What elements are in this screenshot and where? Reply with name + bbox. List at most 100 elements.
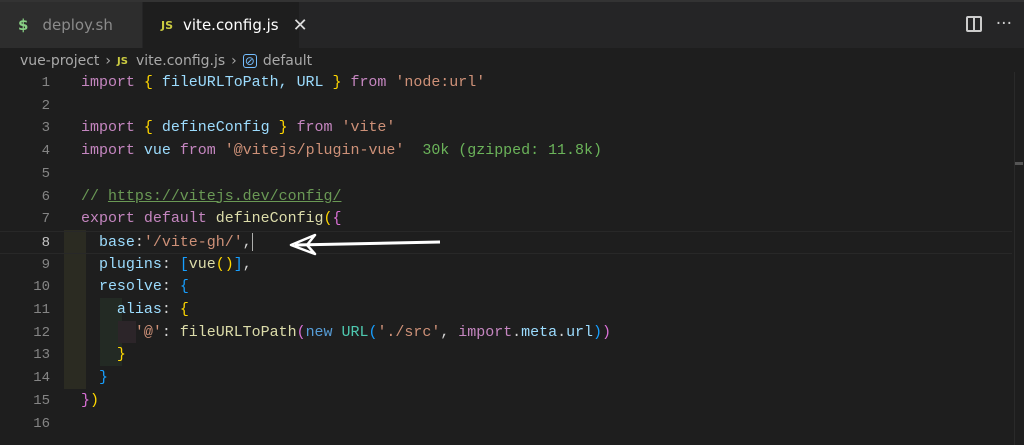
vertical-scrollbar[interactable] — [1014, 72, 1024, 445]
code-token: import — [81, 74, 144, 91]
text-cursor — [251, 232, 253, 251]
code-line[interactable]: 15}) — [0, 390, 1012, 413]
close-icon[interactable]: ✕ — [293, 15, 308, 36]
code-line[interactable]: 7 export default defineConfig({ — [0, 208, 1012, 231]
code-token: { — [143, 74, 162, 91]
code-token: : — [161, 255, 180, 273]
code-line[interactable]: 9 plugins: [vue()], — [0, 254, 1012, 277]
code-token: base — [81, 233, 135, 251]
code-line[interactable]: 1 import { fileURLToPath, URL } from 'nod… — [0, 72, 1012, 95]
code-token: vue — [143, 142, 180, 160]
import-cost-hint: 30k (gzipped: 11.8k) — [404, 142, 602, 160]
code-token: plugins — [81, 255, 162, 273]
code-token: import — [81, 142, 144, 160]
line-number: 12 — [33, 324, 50, 341]
code-line[interactable]: 8 base:'/vite-gh/', — [0, 230, 1012, 255]
code-token: from — [179, 142, 225, 160]
line-number: 9 — [41, 256, 50, 273]
code-token: , — [242, 255, 252, 273]
code-line[interactable]: 12 '@': fileURLToPath(new URL('./src', i… — [0, 322, 1012, 345]
code-token: new — [305, 323, 342, 341]
code-token: ) — [602, 323, 611, 341]
line-number: 3 — [41, 120, 50, 137]
line-number: 6 — [41, 188, 50, 205]
line-number: 7 — [41, 211, 50, 228]
code-text: import { defineConfig } from 'vite' — [81, 117, 395, 140]
code-text: resolve: { — [81, 276, 189, 299]
code-text: base:'/vite-gh/', — [81, 232, 253, 255]
code-token: } — [81, 346, 126, 364]
code-token: '@vitejs/plugin-vue' — [224, 142, 405, 160]
code-line[interactable]: 5 — [0, 163, 1012, 186]
code-token[interactable]: https://vitejs.dev/config/ — [108, 188, 342, 205]
code-token: ( — [296, 323, 306, 341]
code-text: export default defineConfig({ — [81, 208, 342, 231]
code-token: '@' — [81, 323, 162, 341]
code-token: } — [332, 74, 351, 91]
code-token: [ — [179, 255, 189, 273]
code-text: '@': fileURLToPath(new URL('./src', impo… — [81, 322, 611, 345]
line-number: 11 — [33, 302, 50, 318]
code-token: { — [179, 301, 189, 318]
tab-label: deploy.sh — [42, 16, 113, 34]
code-token: . — [512, 323, 522, 341]
code-text: import vue from '@vitejs/plugin-vue' 30k… — [81, 140, 602, 163]
code-line[interactable]: 3 import { defineConfig } from 'vite' — [0, 117, 1012, 140]
code-token: : — [161, 278, 180, 296]
chevron-right-icon: › — [231, 53, 237, 69]
symbol-variable-icon: ⊘ — [242, 54, 257, 68]
line-number: 10 — [33, 279, 50, 296]
line-number: 13 — [33, 347, 50, 364]
line-number: 8 — [41, 234, 50, 251]
code-token: } — [81, 369, 108, 387]
code-line[interactable]: 10 resolve: { — [0, 276, 1012, 299]
code-token: from — [296, 119, 342, 137]
code-token: () — [215, 255, 234, 273]
code-text: } — [81, 367, 108, 390]
code-token: ( — [323, 210, 333, 228]
code-token: 'node:url' — [395, 74, 486, 91]
code-line[interactable]: 13 } — [0, 344, 1012, 367]
code-line[interactable]: 4 import vue from '@vitejs/plugin-vue' 30… — [0, 140, 1012, 163]
code-token: fileURLToPath, URL — [161, 74, 333, 91]
code-line[interactable]: 6 // https://vitejs.dev/config/ — [0, 186, 1012, 209]
code-line[interactable]: 16 — [0, 413, 1012, 436]
code-editor[interactable]: 1 import { fileURLToPath, URL } from 'nod… — [0, 72, 1024, 445]
tab-label: vite.config.js — [183, 16, 279, 34]
js-file-icon: JS — [161, 18, 174, 32]
line-number: 5 — [41, 165, 50, 182]
split-editor-icon[interactable] — [965, 16, 982, 32]
breadcrumb-file[interactable]: vite.config.js — [136, 53, 225, 69]
code-token: './src' — [377, 323, 441, 341]
tab-deploy-sh[interactable]: $ deploy.sh — [0, 2, 142, 48]
code-token: defineConfig — [161, 119, 279, 137]
code-token: meta — [521, 323, 558, 341]
code-line[interactable]: 11 alias: { — [0, 299, 1012, 322]
code-token: ) — [593, 323, 603, 341]
code-line[interactable]: 2 — [0, 95, 1012, 118]
tab-bar: $ deploy.sh JS vite.config.js ✕ ··· — [0, 0, 1024, 48]
code-token: // — [81, 187, 108, 205]
breadcrumb-folder[interactable]: vue-project — [20, 53, 99, 69]
code-token: ) — [89, 391, 99, 409]
code-token: resolve — [81, 278, 162, 296]
line-number: 14 — [33, 370, 50, 387]
chevron-right-icon: › — [105, 53, 112, 69]
code-text: import { fileURLToPath, URL } from 'node… — [81, 72, 485, 95]
breadcrumb-symbol[interactable]: default — [263, 53, 312, 69]
line-number: 15 — [33, 392, 50, 409]
code-token: , — [440, 323, 459, 341]
code-token: ] — [233, 255, 243, 273]
code-token: alias — [81, 301, 162, 318]
line-number: 2 — [41, 97, 50, 114]
code-token: import — [458, 323, 513, 341]
more-actions-icon[interactable]: ··· — [996, 14, 1012, 34]
code-text: }) — [81, 390, 99, 413]
code-token: from — [350, 74, 396, 91]
code-text: plugins: [vue()], — [81, 254, 252, 277]
code-token: { — [143, 119, 162, 137]
code-line[interactable]: 14 } — [0, 367, 1012, 390]
code-token: vue — [188, 255, 216, 273]
tab-vite-config-js[interactable]: JS vite.config.js ✕ — [143, 2, 308, 48]
code-token: 'vite' — [341, 119, 396, 137]
